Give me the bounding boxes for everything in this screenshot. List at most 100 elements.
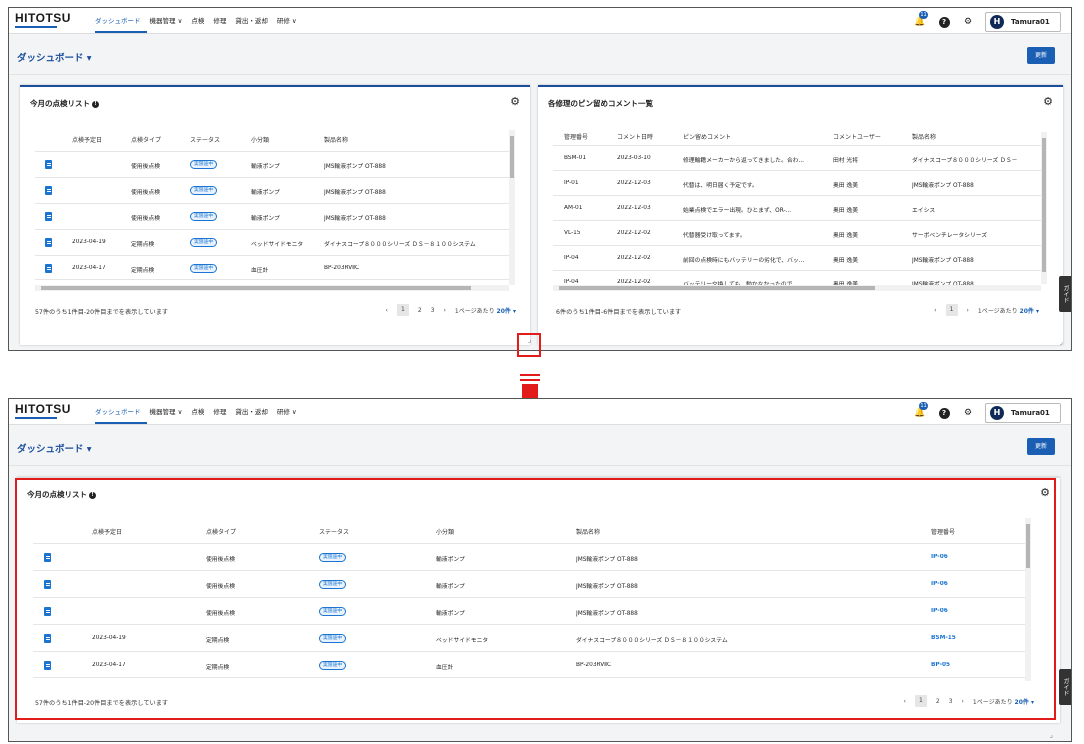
avatar: H <box>990 406 1004 420</box>
per-page-selector[interactable]: 1ページあたり 20件 ▾ <box>455 306 516 315</box>
horizontal-scrollbar[interactable] <box>553 285 1041 291</box>
document-icon[interactable] <box>45 186 52 195</box>
nav-repair[interactable]: 修理 <box>213 15 226 25</box>
guide-tab[interactable]: ガイド <box>1059 669 1071 705</box>
page-1-button[interactable]: 1 <box>396 304 409 316</box>
nav-dashboard[interactable]: ダッシュボード <box>95 15 141 25</box>
next-page-button[interactable]: › <box>967 307 969 314</box>
nav-dashboard[interactable]: ダッシュボード <box>95 406 141 416</box>
page-title[interactable]: ダッシュボード ▾ <box>17 50 92 64</box>
page-2-button[interactable]: 2 <box>418 307 422 314</box>
nav-rental[interactable]: 貸出・返却 <box>235 406 268 416</box>
cell-date: 2022-12-02 <box>617 255 651 261</box>
column-header[interactable]: コメントユーザー <box>833 132 881 141</box>
vertical-scrollbar[interactable] <box>1041 132 1047 284</box>
table-row[interactable]: 使用後点検 実施途中 輸液ポンプ JMS輸液ポンプ OT-888 <box>35 178 509 204</box>
logo-underline <box>15 26 57 28</box>
nav-equipment[interactable]: 機器管理 ∨ <box>150 406 183 416</box>
scrollbar-thumb[interactable] <box>41 286 471 290</box>
help-button[interactable]: ? <box>937 406 951 420</box>
document-icon[interactable] <box>45 212 52 221</box>
scrollbar-thumb[interactable] <box>510 136 514 178</box>
table-row[interactable]: 2023-04-17 定期点検 実施途中 血圧計 BP-203RVⅡC <box>35 256 509 280</box>
nav-training[interactable]: 研修 ∨ <box>277 15 297 25</box>
page-header: ダッシュボード ▾ 更新 <box>9 35 1071 75</box>
avatar: H <box>990 15 1004 29</box>
column-header[interactable]: コメント日時 <box>617 132 653 141</box>
document-icon[interactable] <box>45 238 52 247</box>
table-row[interactable]: 使用後点検 実施途中 輸液ポンプ JMS輸液ポンプ OT-888 <box>35 152 509 178</box>
table-row[interactable]: VL-15 2022-12-02 代替器受け取ってます。 奥田 逸美 サーボベン… <box>553 221 1041 246</box>
notification-badge: 11 <box>919 402 928 410</box>
status-badge: 実施途中 <box>190 264 218 273</box>
document-icon[interactable] <box>45 160 52 169</box>
cell-product: JMS輸液ポンプ OT-888 <box>324 190 386 196</box>
cell-product: JMS輸液ポンプ OT-888 <box>912 258 974 264</box>
table-row[interactable]: IP-04 2022-12-02 前回の点検時にもバッテリーの劣化で、バッ...… <box>553 246 1041 271</box>
cell-type: 定期点検 <box>131 268 155 274</box>
horizontal-scrollbar[interactable] <box>35 285 509 291</box>
cell-type: 使用後点検 <box>131 216 160 222</box>
scrollbar-thumb[interactable] <box>1042 138 1046 272</box>
cell-id: IP-04 <box>564 255 579 261</box>
card-title: 今月の点検リスト! <box>30 98 99 109</box>
page-1-button[interactable]: 1 <box>945 304 958 316</box>
page-title[interactable]: ダッシュボード ▾ <box>17 441 92 455</box>
cell-comment: 前回の点検時にもバッテリーの劣化で、バッ... <box>683 258 805 264</box>
help-icon: ? <box>938 407 950 419</box>
table-row[interactable]: 使用後点検 実施途中 輸液ポンプ JMS輸液ポンプ OT-888 <box>35 204 509 230</box>
help-button[interactable]: ? <box>937 15 951 29</box>
nav-training[interactable]: 研修 ∨ <box>277 406 297 416</box>
gear-icon[interactable]: ⚙ <box>1043 95 1053 108</box>
main-nav: ダッシュボード 機器管理 ∨ 点検 修理 貸出・返却 研修 ∨ <box>95 406 297 416</box>
nav-repair[interactable]: 修理 <box>213 406 226 416</box>
notification-badge: 11 <box>919 11 928 19</box>
help-icon: ? <box>938 16 950 28</box>
status-badge: 実施途中 <box>190 160 218 169</box>
nav-inspection[interactable]: 点検 <box>191 406 204 416</box>
nav-equipment[interactable]: 機器管理 ∨ <box>150 15 183 25</box>
page-header: ダッシュボード ▾ 更新 <box>9 426 1071 466</box>
prev-page-button[interactable]: ‹ <box>385 307 387 314</box>
user-menu-button[interactable]: H Tamura01 <box>985 403 1061 423</box>
table-row[interactable]: 2023-04-19 定期点検 実施途中 ベッドサイドモニタ ダイナスコープ８０… <box>35 230 509 256</box>
vertical-scrollbar[interactable] <box>509 130 515 285</box>
top-navbar: HITOTSU ダッシュボード 機器管理 ∨ 点検 修理 貸出・返却 研修 ∨ … <box>9 399 1071 425</box>
table-row[interactable]: IP-01 2022-12-03 代替は、明日届く予定です。 奥田 逸美 JMS… <box>553 171 1041 196</box>
pagination: ‹ 1 2 3 › 1ページあたり 20件 ▾ <box>385 304 516 316</box>
prev-page-button[interactable]: ‹ <box>934 307 936 314</box>
app-logo[interactable]: HITOTSU <box>15 11 71 25</box>
gear-icon[interactable]: ⚙ <box>961 15 975 29</box>
pagination-summary: 57件のうち1件目-20件目までを表示しています <box>35 309 169 316</box>
page-3-button[interactable]: 3 <box>431 307 435 314</box>
column-header[interactable]: ピン留めコメント <box>683 132 731 141</box>
table-row[interactable]: AM-01 2022-12-03 始業点検でエラー出現。ひとまず、OR-... … <box>553 196 1041 221</box>
bell-icon[interactable]: 🔔 11 <box>913 402 928 420</box>
nav-inspection[interactable]: 点検 <box>191 15 204 25</box>
refresh-button[interactable]: 更新 <box>1027 47 1055 64</box>
next-page-button[interactable]: › <box>444 307 446 314</box>
info-icon[interactable]: ! <box>92 101 99 108</box>
per-page-selector[interactable]: 1ページあたり 20件 ▾ <box>978 306 1039 315</box>
user-name: Tamura01 <box>1011 409 1050 417</box>
bell-icon[interactable]: 🔔 11 <box>913 11 928 29</box>
cell-id: BSM-01 <box>564 155 587 161</box>
column-header[interactable]: 管理番号 <box>564 132 588 141</box>
gear-icon[interactable]: ⚙ <box>961 406 975 420</box>
app-logo[interactable]: HITOTSU <box>15 402 71 416</box>
cell-date: 2023-04-19 <box>72 239 106 245</box>
gear-icon[interactable]: ⚙ <box>510 95 520 108</box>
scrollbar-thumb[interactable] <box>559 286 875 290</box>
document-icon[interactable] <box>45 264 52 273</box>
cell-user: 田村 光将 <box>833 158 859 164</box>
guide-tab[interactable]: ガイド <box>1059 276 1071 312</box>
column-header[interactable]: 製品名称 <box>912 132 936 141</box>
nav-rental[interactable]: 貸出・返却 <box>235 15 268 25</box>
inspection-table: 点検予定日 点検タイプ ステータス 小分類 製品名称 使用後点検 実施途中 輸液… <box>35 130 525 291</box>
table-row[interactable]: BSM-01 2023-03-10 修理輸籍メーカーから返ってきました。合わ..… <box>553 146 1041 171</box>
expanded-card-highlight <box>15 478 1056 720</box>
arrow-line <box>520 379 540 381</box>
resize-corner-icon: ⌟ <box>1059 338 1063 346</box>
user-menu-button[interactable]: H Tamura01 <box>985 12 1061 32</box>
refresh-button[interactable]: 更新 <box>1027 438 1055 455</box>
